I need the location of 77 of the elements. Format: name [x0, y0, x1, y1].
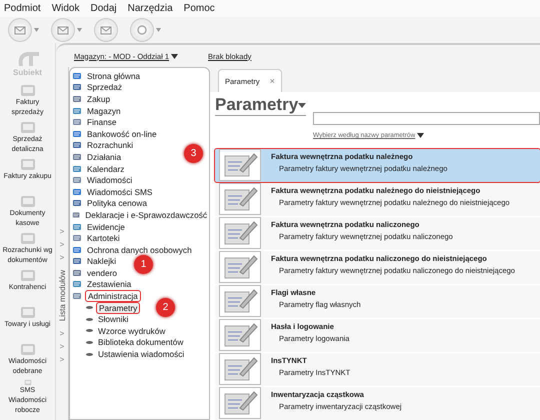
page-title[interactable]: Parametry [215, 95, 306, 116]
tree-item[interactable]: Wiadomości [85, 175, 134, 186]
toolbar-button[interactable] [8, 18, 39, 42]
pencil-note-icon [219, 353, 261, 385]
pencil-note-icon [219, 319, 261, 351]
annotation-badge: 2 [156, 298, 175, 317]
tree-item[interactable]: Magazyn [85, 106, 123, 116]
module-icon [72, 222, 82, 232]
tree-item[interactable]: Zestawienia [85, 279, 134, 290]
tree-item[interactable]: Ewidencje [85, 222, 127, 232]
tree-item[interactable]: Słowniki [96, 314, 130, 324]
tree-item[interactable]: Strona główna [85, 70, 142, 81]
menu-item[interactable]: Narzędzia [128, 3, 173, 14]
tree-item[interactable]: Ochrona danych osobowych [85, 244, 194, 255]
tree-item[interactable]: Działania [85, 152, 124, 162]
module-icon [72, 128, 82, 139]
module-icon [72, 140, 82, 150]
module-icon [72, 210, 80, 220]
menu-item[interactable]: Dodaj [90, 3, 117, 14]
module-icon [72, 186, 82, 197]
tree-item[interactable]: Finanse [85, 117, 119, 128]
module-icon [72, 268, 82, 278]
tree-item[interactable]: Kartoteki [85, 233, 122, 244]
tree-item[interactable]: Zakup [85, 94, 112, 104]
envelope-icon [57, 25, 69, 35]
module-icon [72, 94, 82, 104]
envelope-icon [14, 25, 26, 35]
module-list-label[interactable]: Lista modułów [58, 270, 66, 322]
module-icon [72, 279, 82, 290]
module-icon [72, 233, 82, 244]
toolbar-button[interactable] [130, 18, 161, 42]
module-icon [72, 70, 82, 81]
toolbar-button[interactable] [94, 18, 118, 42]
tree-item[interactable]: Kalendarz [85, 164, 126, 174]
tree-item[interactable]: Polityka cenowa [85, 198, 149, 208]
menu-item[interactable]: Widok [52, 3, 80, 14]
help-icon [136, 25, 148, 35]
tree-item[interactable]: Rozrachunki [85, 140, 136, 150]
toolbar-button[interactable] [51, 18, 82, 42]
tree-item[interactable]: Wiadomości SMS [85, 186, 154, 197]
tree-item[interactable]: Bankowość on-line [85, 128, 159, 139]
module-icon [72, 152, 82, 162]
module-icon [72, 256, 82, 266]
tree-item[interactable]: Ustawienia wiadomości [96, 349, 186, 360]
tree-item[interactable]: Deklaracje i e-Sprawozdawczość [83, 210, 209, 220]
close-icon[interactable]: × [270, 76, 275, 86]
caret-icon [417, 133, 424, 138]
tree-item[interactable]: Parametry [96, 302, 140, 314]
tree-item[interactable]: Sprzedaż [85, 82, 124, 92]
caret-icon [34, 28, 39, 32]
module-icon [72, 291, 82, 302]
caret-icon [298, 102, 306, 108]
module-icon [72, 164, 82, 174]
logo-text: Subiekt [13, 68, 42, 76]
tree-item[interactable]: Biblioteka dokumentów [96, 337, 186, 348]
search-field[interactable] [313, 112, 540, 125]
tree-item[interactable]: vendero [85, 268, 119, 278]
menu-item[interactable]: Pomoc [184, 3, 215, 14]
caret-icon [171, 54, 178, 58]
module-icon [72, 117, 82, 128]
pencil-note-icon [219, 251, 261, 283]
caret-icon [156, 28, 161, 32]
module-icon [72, 175, 82, 186]
envelope-icon [100, 25, 112, 35]
module-icon [72, 198, 82, 208]
module-icon [72, 106, 82, 116]
pencil-note-icon [219, 285, 261, 317]
caret-icon [77, 28, 82, 32]
tree-item[interactable]: Wzorce wydruków [96, 326, 168, 336]
module-icon [72, 244, 82, 255]
pencil-note-icon [219, 217, 261, 249]
menu-item[interactable]: Podmiot [4, 3, 41, 14]
pencil-note-icon [219, 149, 261, 181]
annotation-badge: 1 [134, 255, 153, 274]
module-icon [72, 82, 82, 92]
tree-item[interactable]: Naklejki [85, 256, 118, 266]
pencil-note-icon [219, 183, 261, 215]
